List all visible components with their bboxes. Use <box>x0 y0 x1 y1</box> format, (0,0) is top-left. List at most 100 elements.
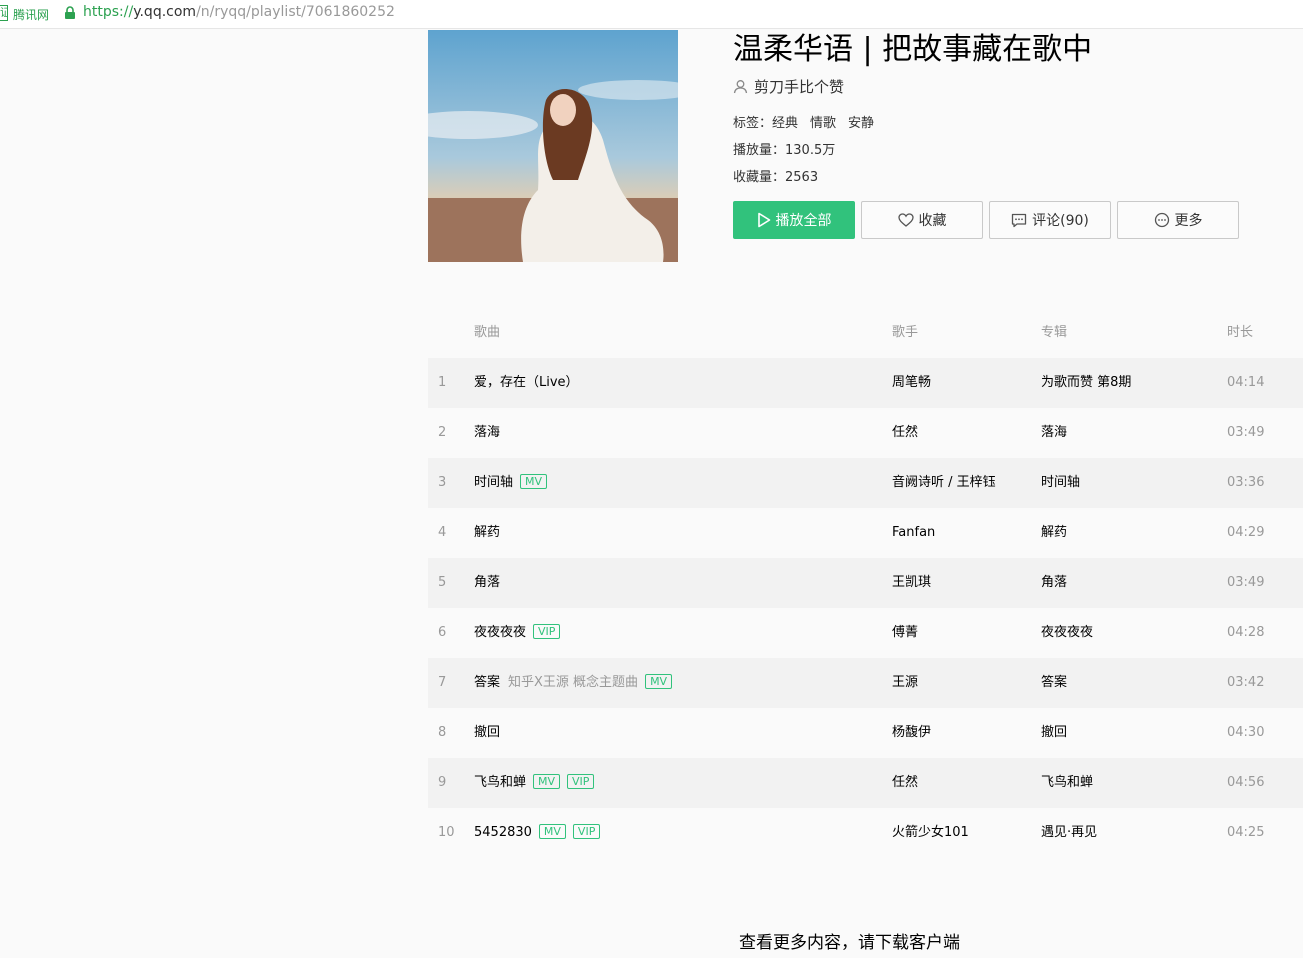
song-subtitle: 知乎X王源 概念主题曲 <box>508 675 639 690</box>
comment-icon <box>1011 213 1027 227</box>
album-name[interactable]: 时间轴 <box>1041 458 1080 508</box>
album-name[interactable]: 落海 <box>1041 408 1067 458</box>
song-number: 4 <box>438 525 447 540</box>
song-row[interactable]: 9 飞鸟和蝉 MV VIP 任然 飞鸟和蝉 04:56 <box>428 758 1303 808</box>
tag-item[interactable]: 安静 <box>848 116 874 131</box>
song-cell: 5452830 MV VIP <box>474 808 601 858</box>
album-name[interactable]: 角落 <box>1041 558 1067 608</box>
singer-name[interactable]: 任然 <box>892 758 918 808</box>
play-count: 130.5万 <box>785 143 836 158</box>
address-bar[interactable]: 证 腾讯网 https://y.qq.com/n/ryqq/playlist/7… <box>0 0 1303 29</box>
song-duration: 03:49 <box>1227 575 1265 590</box>
song-cell: 飞鸟和蝉 MV VIP <box>474 758 595 808</box>
song-cell: 解药 <box>474 508 500 558</box>
tag-item[interactable]: 情歌 <box>810 116 836 131</box>
fav-count: 2563 <box>785 170 819 185</box>
song-title[interactable]: 落海 <box>474 425 500 440</box>
fav-count-label: 收藏量： <box>733 170 786 185</box>
singer-name[interactable]: 周笔畅 <box>892 358 931 408</box>
album-name[interactable]: 答案 <box>1041 658 1067 708</box>
play-all-button[interactable]: 播放全部 <box>733 201 855 239</box>
mv-badge[interactable]: MV <box>533 774 561 789</box>
mv-badge[interactable]: MV <box>538 824 566 839</box>
singer-name[interactable]: Fanfan <box>892 508 935 558</box>
vip-badge: VIP <box>572 824 601 839</box>
song-number: 2 <box>438 425 447 440</box>
mv-badge[interactable]: MV <box>645 674 673 689</box>
song-title[interactable]: 飞鸟和蝉 <box>474 775 526 790</box>
header-album: 专辑 <box>1041 325 1068 340</box>
song-title[interactable]: 时间轴 <box>474 475 513 490</box>
song-duration: 04:29 <box>1227 525 1265 540</box>
album-name[interactable]: 遇见·再见 <box>1041 808 1097 858</box>
song-row[interactable]: 10 5452830 MV VIP 火箭少女101 遇见·再见 04:25 <box>428 808 1303 858</box>
singer-name[interactable]: 傅菁 <box>892 608 918 658</box>
comment-label: 评论(90) <box>1032 213 1089 229</box>
song-cell: 撤回 <box>474 708 500 758</box>
url-text[interactable]: https://y.qq.com/n/ryqq/playlist/7061860… <box>83 4 395 20</box>
url-path: /n/ryqq/playlist/7061860252 <box>196 4 395 20</box>
play-count-label: 播放量： <box>733 143 786 158</box>
more-label: 更多 <box>1174 213 1203 229</box>
singer-name[interactable]: 音阙诗听 / 王梓钰 <box>892 458 996 508</box>
song-duration: 04:25 <box>1227 825 1265 840</box>
lock-icon <box>65 6 75 19</box>
song-title[interactable]: 解药 <box>474 525 500 540</box>
singer-name[interactable]: 王源 <box>892 658 918 708</box>
song-row[interactable]: 1 爱，存在（Live） 周笔畅 为歌而赞 第8期 04:14 <box>428 358 1303 408</box>
header-duration: 时长 <box>1227 325 1254 340</box>
song-number: 3 <box>438 475 447 490</box>
album-name[interactable]: 飞鸟和蝉 <box>1041 758 1093 808</box>
tag-item[interactable]: 经典 <box>772 116 798 131</box>
album-name[interactable]: 为歌而赞 第8期 <box>1041 358 1131 408</box>
song-number: 8 <box>438 725 447 740</box>
collect-label: 收藏 <box>918 213 947 229</box>
song-row[interactable]: 2 落海 任然 落海 03:49 <box>428 408 1303 458</box>
download-client-prompt[interactable]: 查看更多内容，请下载客户端 <box>739 928 960 953</box>
header-song: 歌曲 <box>474 325 501 340</box>
album-name[interactable]: 夜夜夜夜 <box>1041 608 1093 658</box>
song-number: 7 <box>438 675 447 690</box>
song-cell: 落海 <box>474 408 500 458</box>
song-title[interactable]: 夜夜夜夜 <box>474 625 526 640</box>
singer-name[interactable]: 火箭少女101 <box>892 808 969 858</box>
singer-name[interactable]: 王凯琪 <box>892 558 931 608</box>
more-button[interactable]: 更多 <box>1117 201 1239 239</box>
song-title[interactable]: 撤回 <box>474 725 500 740</box>
song-row[interactable]: 3 时间轴 MV 音阙诗听 / 王梓钰 时间轴 03:36 <box>428 458 1303 508</box>
mv-badge[interactable]: MV <box>520 474 548 489</box>
song-row[interactable]: 5 角落 王凯琪 角落 03:49 <box>428 558 1303 608</box>
song-title[interactable]: 答案 <box>474 675 500 690</box>
song-list: 歌曲 歌手 专辑 时长 1 爱，存在（Live） 周笔畅 为歌而赞 第8期 04:14 2… <box>428 308 1303 858</box>
tags-row: 标签：经典 情歌 安静 <box>733 112 886 131</box>
song-row[interactable]: 8 撤回 杨馥伊 撤回 04:30 <box>428 708 1303 758</box>
play-all-label: 播放全部 <box>775 213 832 229</box>
singer-name[interactable]: 杨馥伊 <box>892 708 931 758</box>
collect-button[interactable]: 收藏 <box>861 201 983 239</box>
song-duration: 04:56 <box>1227 775 1265 790</box>
song-duration: 04:14 <box>1227 375 1265 390</box>
singer-name[interactable]: 任然 <box>892 408 918 458</box>
song-number: 1 <box>438 375 447 390</box>
url-host: y.qq.com <box>133 4 197 20</box>
user-icon <box>733 80 748 94</box>
album-name[interactable]: 解药 <box>1041 508 1067 558</box>
song-title[interactable]: 爱，存在（Live） <box>474 375 579 390</box>
comment-button[interactable]: 评论(90) <box>989 201 1111 239</box>
header-singer: 歌手 <box>892 325 919 340</box>
creator-name[interactable]: 剪刀手比个赞 <box>754 76 844 97</box>
more-dots-icon <box>1154 212 1169 228</box>
song-number: 10 <box>438 825 455 840</box>
song-row[interactable]: 6 夜夜夜夜 VIP 傅菁 夜夜夜夜 04:28 <box>428 608 1303 658</box>
album-name[interactable]: 撤回 <box>1041 708 1067 758</box>
heart-icon <box>897 213 914 227</box>
song-title[interactable]: 5452830 <box>474 825 532 840</box>
creator[interactable]: 剪刀手比个赞 <box>733 76 844 97</box>
certificate-label: 腾讯网 <box>13 8 50 22</box>
song-row[interactable]: 4 解药 Fanfan 解药 04:29 <box>428 508 1303 558</box>
playlist-title: 温柔华语 | 把故事藏在歌中 <box>733 32 1093 67</box>
song-title[interactable]: 角落 <box>474 575 500 590</box>
song-cell: 爱，存在（Live） <box>474 358 579 408</box>
song-row[interactable]: 7 答案 知乎X王源 概念主题曲 MV 王源 答案 03:42 <box>428 658 1303 708</box>
song-cell: 答案 知乎X王源 概念主题曲 MV <box>474 658 673 708</box>
